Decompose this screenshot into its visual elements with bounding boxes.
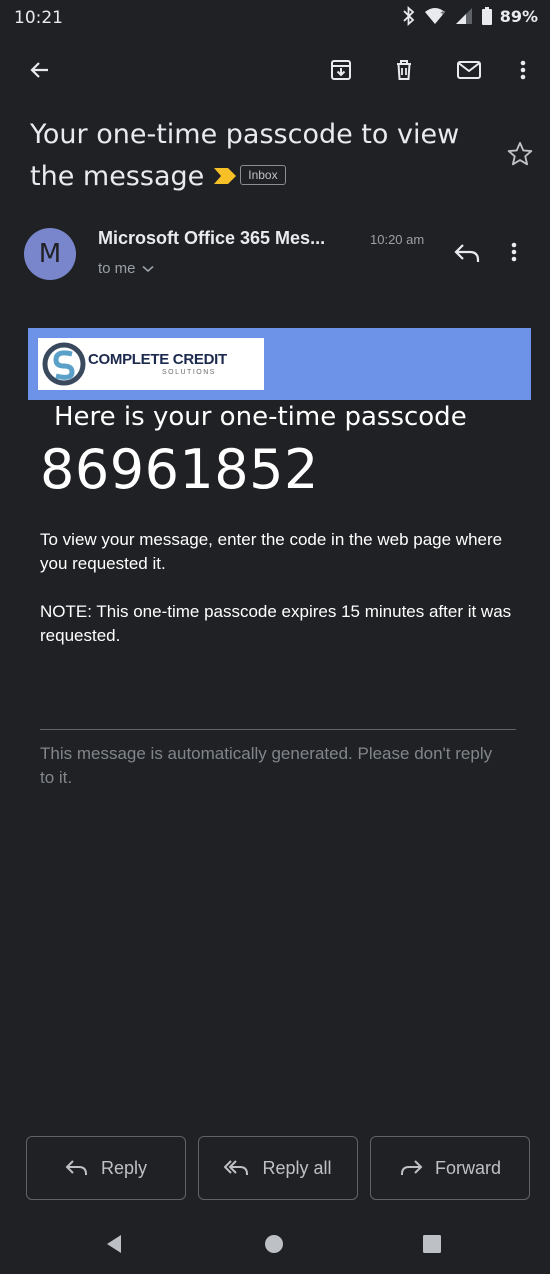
archive-icon[interactable] <box>323 52 359 88</box>
status-icons: + 89% <box>402 6 538 26</box>
reply-all-label: Reply all <box>262 1157 332 1178</box>
nav-back-icon[interactable] <box>102 1232 126 1256</box>
company-logo: COMPLETE CREDIT SOLUTIONS <box>38 338 264 390</box>
system-nav-bar <box>0 1214 550 1274</box>
logo-text: COMPLETE CREDIT <box>88 351 227 368</box>
sent-time: 10:20 am <box>370 232 425 247</box>
email-toolbar <box>0 42 550 98</box>
nav-recents-icon[interactable] <box>420 1232 444 1256</box>
star-icon[interactable] <box>506 140 536 170</box>
body-divider <box>40 729 516 730</box>
reply-all-arrow-icon <box>224 1159 250 1177</box>
reply-icon[interactable] <box>452 240 486 270</box>
passcode-value: 86961852 <box>40 438 319 501</box>
reply-arrow-icon <box>65 1159 89 1177</box>
instruction-text: To view your message, enter the code in … <box>40 530 503 573</box>
logo-subtext: SOLUTIONS <box>162 369 216 376</box>
more-options-icon[interactable] <box>505 52 541 88</box>
recipient-details[interactable]: to me <box>98 260 154 277</box>
reply-button[interactable]: Reply <box>26 1136 186 1200</box>
chevron-down-icon <box>141 260 154 277</box>
expiry-note: NOTE: This one-time passcode expires 15 … <box>40 602 512 645</box>
email-subject: Your one-time passcode to view the messa… <box>30 114 490 198</box>
battery-level: 89% <box>499 6 538 26</box>
svg-text:+: + <box>440 9 446 17</box>
sender-more-options-icon[interactable] <box>510 240 536 270</box>
mark-unread-mail-icon[interactable] <box>451 52 487 88</box>
reply-label: Reply <box>100 1157 148 1178</box>
signal-icon <box>454 7 474 25</box>
sender-avatar[interactable]: M <box>24 228 76 280</box>
passcode-heading: Here is your one-time passcode <box>54 402 467 432</box>
forward-label: Forward <box>434 1157 501 1178</box>
status-bar: 10:21 + 89% <box>0 0 550 36</box>
reply-all-button[interactable]: Reply all <box>198 1136 358 1200</box>
importance-marker-icon[interactable] <box>214 155 237 197</box>
forward-arrow-icon <box>399 1159 423 1177</box>
status-time: 10:21 <box>14 8 63 28</box>
email-screen: 10:21 + 89% Your one-time passcode to vi… <box>0 0 550 1274</box>
forward-button[interactable]: Forward <box>370 1136 530 1200</box>
bluetooth-icon <box>402 6 416 26</box>
email-banner: COMPLETE CREDIT SOLUTIONS <box>28 328 531 400</box>
auto-generated-notice: This message is automatically generated.… <box>40 744 493 787</box>
recipient-text: to me <box>98 260 136 277</box>
logo-mark-icon <box>42 342 86 391</box>
wifi-icon: + <box>424 7 446 25</box>
inbox-label-chip[interactable]: Inbox <box>240 164 286 185</box>
battery-icon <box>481 7 492 25</box>
trash-icon[interactable] <box>386 52 422 88</box>
nav-home-icon[interactable] <box>262 1232 286 1256</box>
sender-name[interactable]: Microsoft Office 365 Mes... <box>98 228 325 249</box>
back-arrow-icon[interactable] <box>22 52 58 88</box>
